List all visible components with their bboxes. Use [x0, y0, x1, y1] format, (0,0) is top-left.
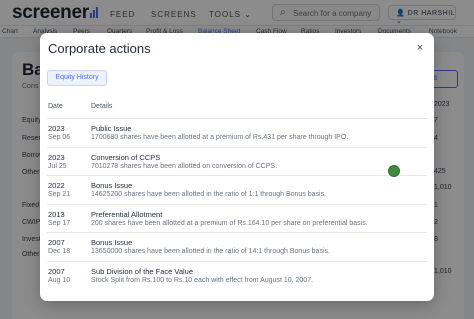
- row-date: Jul 25: [48, 162, 67, 170]
- row-year: 2007: [48, 266, 65, 276]
- column-header-details: Details: [91, 103, 113, 110]
- table-row: 2007 Dec 18 Bonus Issue 13650000 shares …: [47, 232, 427, 261]
- table-row: 2023 Jul 25 Conversion of CCPS 7010278 s…: [47, 146, 427, 176]
- row-action-type: Bonus Issue: [91, 238, 133, 247]
- mouse-cursor-indicator: [388, 165, 400, 177]
- row-date: Sep 21: [48, 191, 71, 198]
- row-action-type: Sub Division of the Face Value: [91, 266, 194, 276]
- row-year: 2023: [48, 124, 65, 133]
- table-row: 2023 Sep 06 Public Issue 1700680 shares …: [47, 118, 427, 147]
- modal-title: Corporate actions: [48, 41, 151, 56]
- row-detail: 14625200 shares have been allotted in th…: [91, 191, 327, 198]
- column-header-date: Date: [48, 103, 63, 110]
- row-detail: 13650000 shares have been allotted in th…: [91, 248, 330, 255]
- row-detail: 200 shares have been allotted at a premi…: [91, 219, 368, 227]
- table-row: 2013 Sep 17 Preferential Allotment 200 s…: [47, 203, 427, 233]
- row-action-type: Preferential Allotment: [91, 209, 163, 219]
- row-year: 2023: [48, 152, 65, 162]
- row-year: 2022: [48, 181, 65, 190]
- row-detail: 1700680 shares have been allotted at a p…: [91, 134, 349, 141]
- row-year: 2007: [48, 238, 65, 247]
- close-icon[interactable]: ×: [413, 41, 427, 55]
- row-date: Sep 17: [48, 219, 71, 227]
- row-date: Sep 06: [48, 134, 71, 141]
- row-date: Aug 10: [48, 276, 71, 284]
- row-year: 2013: [48, 209, 65, 219]
- corporate-actions-table: 2023 Sep 06 Public Issue 1700680 shares …: [47, 118, 427, 289]
- row-action-type: Public Issue: [91, 124, 132, 133]
- row-date: Dec 18: [48, 248, 71, 255]
- corporate-actions-modal: Corporate actions × Equity History Date …: [40, 33, 434, 301]
- row-action-type: Bonus Issue: [91, 181, 133, 190]
- row-action-type: Conversion of CCPS: [91, 152, 161, 162]
- equity-history-button[interactable]: Equity History: [47, 70, 107, 86]
- table-row: 2022 Sep 21 Bonus Issue 14625200 shares …: [47, 175, 427, 204]
- row-detail: Stock Split from Rs.100 to Rs.10 each wi…: [91, 276, 314, 284]
- row-detail: 7010278 shares have been allotted on con…: [91, 162, 278, 170]
- table-row: 2007 Aug 10 Sub Division of the Face Val…: [47, 260, 427, 290]
